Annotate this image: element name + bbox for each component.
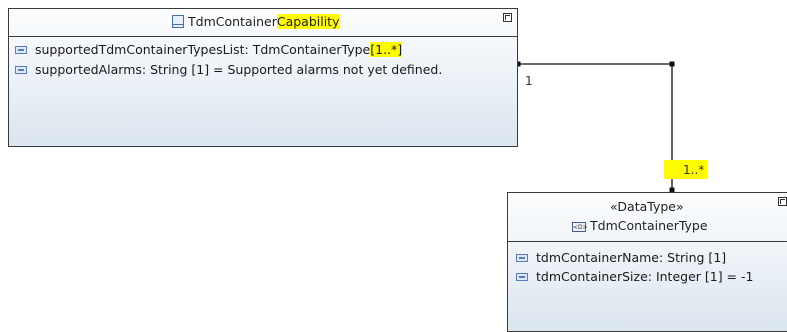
datatype-icon: <D> xyxy=(572,222,588,232)
class-header: TdmContainerCapability xyxy=(9,9,517,37)
class-header: «DataType» <D> TdmContainerType xyxy=(508,193,787,242)
attribute-icon xyxy=(516,253,528,262)
association-line xyxy=(518,63,673,190)
class-title: <D> TdmContainerType xyxy=(572,218,708,233)
attribute-row[interactable]: tdmContainerName: String [1] xyxy=(516,249,726,266)
class-tdm-container-capability[interactable]: TdmContainerCapability supportedTdmConta… xyxy=(8,8,518,147)
attribute-row[interactable]: tdmContainerSize: Integer [1] = -1 xyxy=(516,268,753,285)
class-name-part2-highlighted: Capability xyxy=(276,14,340,29)
source-multiplicity: 1 xyxy=(525,74,533,88)
corner-handle-icon[interactable] xyxy=(503,13,512,22)
attribute-icon xyxy=(15,65,27,74)
attribute-text: tdmContainerSize: Integer [1] = -1 xyxy=(536,269,754,284)
class-title: TdmContainerCapability xyxy=(172,14,340,29)
attribute-icon xyxy=(15,45,27,54)
attribute-multiplicity-highlighted: [1..*] xyxy=(370,42,403,57)
class-name-part1: TdmContainer xyxy=(188,14,277,29)
class-icon xyxy=(172,15,184,28)
attribute-text: supportedAlarms: String [1] = Supported … xyxy=(35,62,443,77)
class-stereotype: «DataType» xyxy=(610,199,684,214)
class-name: TdmContainerType xyxy=(590,218,708,233)
attribute-row[interactable]: supportedTdmContainerTypesList: TdmConta… xyxy=(15,41,403,58)
target-multiplicity: 1..* xyxy=(664,160,708,179)
association-handle-bend xyxy=(669,61,675,67)
class-tdm-container-type[interactable]: «DataType» <D> TdmContainerType tdmContai… xyxy=(507,192,787,332)
attribute-icon xyxy=(516,272,528,281)
attribute-row[interactable]: supportedAlarms: String [1] = Supported … xyxy=(15,61,442,78)
corner-handle-icon[interactable] xyxy=(778,197,787,206)
attribute-text: supportedTdmContainerTypesList: TdmConta… xyxy=(35,42,371,57)
attribute-text: tdmContainerName: String [1] xyxy=(536,250,727,265)
